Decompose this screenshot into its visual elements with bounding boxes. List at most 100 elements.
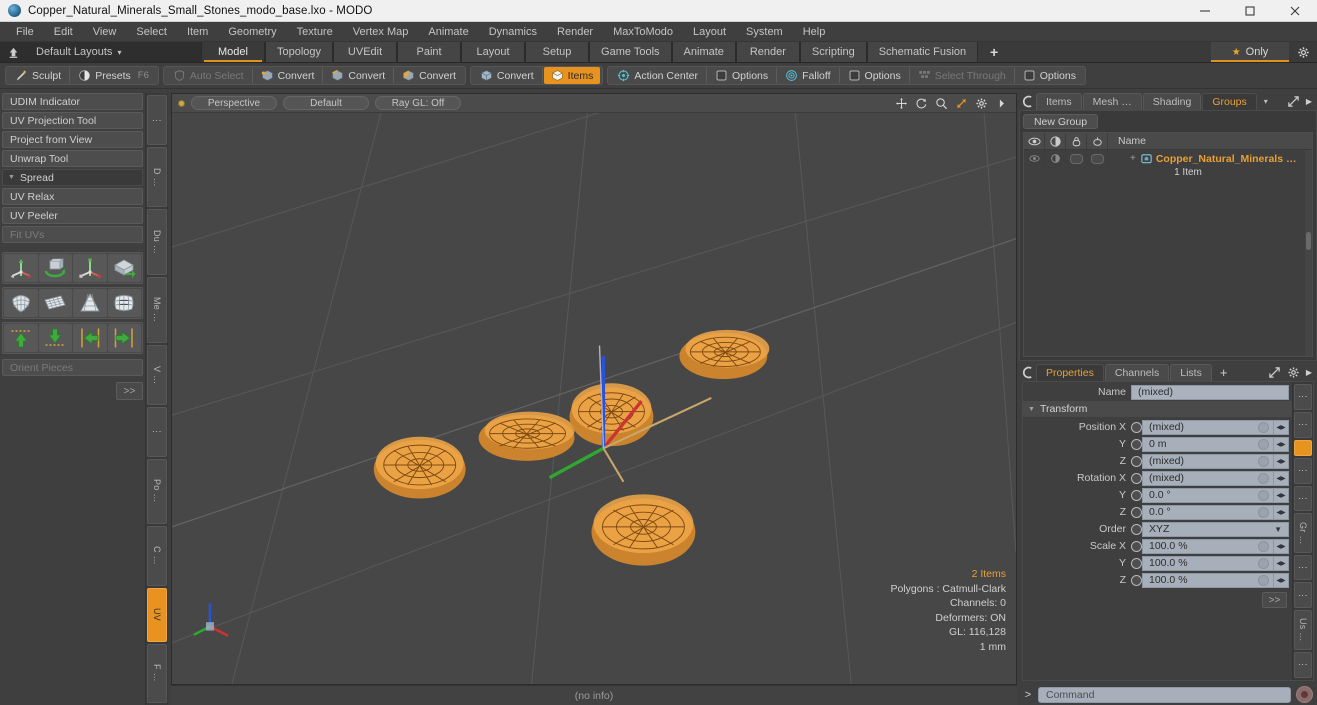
- menu-layout[interactable]: Layout: [683, 22, 736, 42]
- property-value-field[interactable]: 0.0 °: [1142, 504, 1274, 520]
- left-vtab-5[interactable]: ⋮: [147, 406, 167, 457]
- properties-expand-icon[interactable]: [1268, 366, 1281, 379]
- add-layout-button[interactable]: +: [978, 42, 1011, 62]
- property-value-field[interactable]: 0 m: [1142, 436, 1274, 452]
- property-value-field[interactable]: (mixed): [1142, 419, 1274, 435]
- property-mini-knob[interactable]: [1258, 421, 1269, 433]
- menu-help[interactable]: Help: [793, 22, 836, 42]
- layout-settings-gear-icon[interactable]: [1289, 42, 1317, 62]
- left-vtab-3[interactable]: Me …: [147, 276, 167, 344]
- default-layouts-dropdown[interactable]: Default Layouts ▾: [26, 42, 146, 62]
- new-group-button[interactable]: New Group: [1023, 114, 1098, 129]
- property-mini-knob[interactable]: [1258, 540, 1269, 552]
- property-channel-toggle[interactable]: [1131, 557, 1142, 569]
- property-channel-toggle[interactable]: [1131, 472, 1142, 484]
- uv-tool-uv-projection-tool[interactable]: UV Projection Tool: [2, 112, 143, 129]
- property-value-field[interactable]: 100.0 %: [1142, 538, 1274, 554]
- property-channel-toggle[interactable]: [1131, 506, 1142, 518]
- group-item-list[interactable]: Name + Copper_Natural_Minerals … 1 Item: [1023, 132, 1313, 357]
- item-list-scrollbar[interactable]: [1305, 150, 1312, 356]
- viewport-gear-icon[interactable]: [975, 97, 988, 110]
- option-options-3[interactable]: Options: [841, 67, 908, 84]
- layout-tab-schematic-fusion[interactable]: Schematic Fusion: [866, 42, 979, 62]
- groups-tab-items[interactable]: Items: [1036, 93, 1082, 110]
- property-channel-toggle[interactable]: [1131, 523, 1142, 535]
- viewport-shading-dropdown[interactable]: Default: [283, 96, 369, 110]
- expand-group-icon[interactable]: +: [1130, 153, 1136, 164]
- name-field[interactable]: (mixed): [1131, 384, 1289, 400]
- row-render-toggle[interactable]: [1045, 150, 1066, 167]
- groups-tab-shading[interactable]: Shading: [1142, 93, 1202, 110]
- right-vtab-6[interactable]: ⋮: [1294, 554, 1312, 581]
- minimize-button[interactable]: [1182, 0, 1227, 22]
- rotate-icon[interactable]: [915, 97, 928, 110]
- properties-gear-icon[interactable]: [1287, 366, 1300, 379]
- menu-vertex-map[interactable]: Vertex Map: [343, 22, 419, 42]
- menu-maxtomodo[interactable]: MaxToModo: [603, 22, 683, 42]
- menu-texture[interactable]: Texture: [287, 22, 343, 42]
- convert-convert-3[interactable]: Convert: [395, 67, 463, 84]
- layout-tab-setup[interactable]: Setup: [525, 42, 590, 62]
- properties-chevron-right-icon[interactable]: ▶: [1306, 368, 1312, 377]
- menu-select[interactable]: Select: [126, 22, 177, 42]
- property-value-field[interactable]: XYZ ▼: [1142, 521, 1289, 537]
- right-vtab-8[interactable]: Us …: [1294, 610, 1312, 651]
- left-vtab-7[interactable]: C …: [147, 525, 167, 586]
- panel-menu-icon[interactable]: [1022, 93, 1035, 110]
- property-channel-toggle[interactable]: [1131, 455, 1142, 467]
- uv-tool-uv-peeler[interactable]: UV Peeler: [2, 207, 143, 224]
- property-spinner[interactable]: ◀▶: [1274, 419, 1289, 435]
- left-panel-more-button[interactable]: >>: [116, 382, 143, 400]
- right-vtab-0[interactable]: ⋮: [1294, 384, 1312, 410]
- layout-tab-scripting[interactable]: Scripting: [799, 42, 867, 62]
- right-vtab-2[interactable]: [1294, 439, 1312, 456]
- right-vtab-3[interactable]: ⋮: [1294, 457, 1312, 484]
- align-left-icon[interactable]: [73, 324, 107, 352]
- viewport-raygl-dropdown[interactable]: Ray GL: Off: [375, 96, 461, 110]
- align-down-icon[interactable]: [38, 324, 72, 352]
- property-spinner[interactable]: ◀▶: [1274, 538, 1289, 554]
- property-spinner[interactable]: ◀▶: [1274, 436, 1289, 452]
- row-lock-toggle[interactable]: [1066, 150, 1087, 167]
- select-icon[interactable]: [1087, 133, 1108, 149]
- command-input[interactable]: Command: [1038, 686, 1291, 703]
- layout-tab-layout[interactable]: Layout: [461, 42, 526, 62]
- groups-tabs-chevron-icon[interactable]: ▾: [1258, 93, 1274, 110]
- fit-icon[interactable]: [955, 97, 968, 110]
- viewport-mode-dropdown[interactable]: Perspective: [191, 96, 277, 110]
- property-mini-knob[interactable]: [1258, 455, 1269, 467]
- eye-icon[interactable]: [1024, 133, 1045, 149]
- groups-tab-groups[interactable]: Groups: [1202, 93, 1257, 110]
- menu-item[interactable]: Item: [177, 22, 218, 42]
- convert-convert-2[interactable]: Convert: [324, 67, 392, 84]
- table-row[interactable]: + Copper_Natural_Minerals …: [1024, 150, 1312, 167]
- properties-more-button[interactable]: >>: [1262, 592, 1287, 608]
- row-select-toggle[interactable]: [1087, 150, 1108, 167]
- group-row-content[interactable]: + Copper_Natural_Minerals …: [1108, 150, 1312, 167]
- right-vtab-1[interactable]: ⋮: [1294, 411, 1312, 438]
- left-vtab-1[interactable]: D …: [147, 147, 167, 208]
- convert-auto-select-0[interactable]: Auto Select: [166, 67, 251, 84]
- property-mini-knob[interactable]: [1258, 472, 1269, 484]
- menu-render[interactable]: Render: [547, 22, 603, 42]
- 3d-viewport[interactable]: Perspective Default Ray GL: Off 2 Items …: [171, 93, 1017, 685]
- tool-presets-1[interactable]: Presets F6: [71, 67, 156, 84]
- property-channel-toggle[interactable]: [1131, 421, 1142, 433]
- property-value-field[interactable]: (mixed): [1142, 453, 1274, 469]
- menu-animate[interactable]: Animate: [418, 22, 478, 42]
- option-action-center-0[interactable]: Action Center: [610, 67, 705, 84]
- groups-chevron-right-icon[interactable]: ▶: [1306, 97, 1312, 106]
- menu-dynamics[interactable]: Dynamics: [479, 22, 547, 42]
- uv-cone-icon[interactable]: [73, 289, 107, 317]
- uv-flip-icon[interactable]: [107, 254, 141, 282]
- menu-geometry[interactable]: Geometry: [218, 22, 286, 42]
- mode-items-1[interactable]: Items: [543, 67, 601, 84]
- left-vtab-8[interactable]: UV: [147, 587, 167, 642]
- property-channel-toggle[interactable]: [1131, 540, 1142, 552]
- left-vtab-0[interactable]: ⋮: [147, 95, 167, 146]
- layout-tab-game-tools[interactable]: Game Tools: [589, 42, 672, 62]
- uv-scale-icon[interactable]: [73, 254, 107, 282]
- orient-pieces-button[interactable]: Orient Pieces: [2, 359, 143, 376]
- convert-convert-1[interactable]: Convert: [254, 67, 322, 84]
- right-vtab-4[interactable]: ⋮: [1294, 485, 1312, 512]
